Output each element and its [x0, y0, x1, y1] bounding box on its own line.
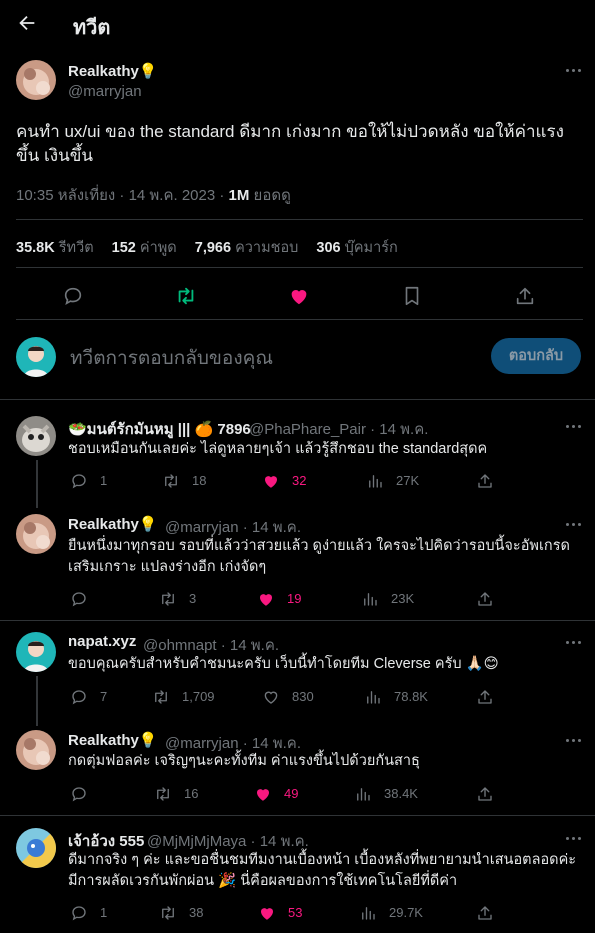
retweet-icon	[162, 906, 174, 920]
retweet-icon	[165, 474, 177, 488]
user-avatar[interactable]	[16, 337, 56, 377]
reply-input[interactable]: ทวีตการตอบกลับของคุณ	[70, 343, 273, 373]
reply-author-name[interactable]: napat.xyz	[68, 633, 136, 650]
reply-icon	[72, 787, 86, 802]
share-icon	[478, 592, 492, 606]
reply-text: ชอบเหมือนกันเลยค่ะ ไล่ดูหลายๆเจ้า แล้วรู…	[68, 441, 488, 457]
divider	[16, 319, 583, 320]
heart-icon	[257, 789, 269, 801]
lightbulb-icon: 💡	[138, 63, 158, 80]
heart-icon	[265, 476, 277, 488]
views-icon	[364, 593, 377, 606]
bookmarks-stat[interactable]: 306 บุ๊คมาร์ก	[316, 240, 397, 256]
top-bar: ทวีต	[0, 0, 595, 46]
tweet-stats: 35.8K รีทวีต 152 ค่าพูด 7,966 ความชอบ 30…	[16, 236, 412, 259]
more-options-icon[interactable]	[566, 424, 584, 430]
share-icon	[478, 474, 492, 488]
author-handle[interactable]: @marryjan	[68, 83, 142, 100]
reply-author-name[interactable]: Realkathy💡	[68, 731, 158, 749]
quotes-stat[interactable]: 152 ค่าพูด	[112, 240, 177, 256]
reply-avatar[interactable]	[16, 416, 56, 456]
reply-avatar[interactable]	[16, 632, 56, 672]
reply-icon	[72, 592, 86, 607]
reply-icon	[72, 906, 86, 921]
heart-outline-icon	[264, 691, 278, 704]
reply-text: ดีมากจริง ๆ ค่ะ และขอชื่นชมทีมงานเบื้องห…	[68, 852, 577, 889]
likes-stat[interactable]: 7,966 ความชอบ	[195, 240, 299, 256]
reply-text: กดตุ่มฟอลค่ะ เจริญๆนะคะทั้งทีม ค่าแรงขึ้…	[68, 753, 420, 769]
views-icon	[367, 691, 380, 704]
share-icon	[478, 690, 492, 704]
divider	[16, 267, 583, 268]
heart-icon	[261, 908, 273, 920]
views-label: ยอดดู	[249, 187, 291, 204]
reply-author-name[interactable]: Realkathy💡	[68, 515, 158, 533]
retweet-icon	[162, 592, 174, 606]
reply-icon	[72, 690, 86, 705]
reply-icon[interactable]	[62, 285, 84, 307]
more-options-icon[interactable]	[566, 640, 584, 646]
thread-line	[36, 676, 38, 726]
reply-text: ขอบคุณครับสำหรับคำชมนะครับ เว็บนี้ทำโดยท…	[68, 656, 499, 672]
author-avatar[interactable]	[16, 60, 56, 100]
retweets-stat[interactable]: 35.8K รีทวีต	[16, 240, 94, 256]
tweet-meta: 10:35 หลังเที่ยง · 14 พ.ค. 2023 · 1M ยอด…	[16, 183, 291, 207]
reply-author-name[interactable]: 🥗มนต์รักมันหมู ||| 🍊 7896	[68, 417, 251, 441]
divider	[16, 219, 583, 220]
divider	[0, 815, 595, 816]
author-name[interactable]: Realkathy💡	[68, 62, 158, 80]
heart-icon	[260, 594, 272, 606]
tweet-timestamp[interactable]: 10:35 หลังเที่ยง · 14 พ.ค. 2023 ·	[16, 187, 229, 204]
share-icon	[478, 787, 492, 801]
reply-icon	[72, 474, 86, 489]
tweet-text: คนทำ ux/ui ของ the standard ดีมาก เก่งมา…	[16, 122, 564, 165]
reply-author-handle[interactable]: @PhaPhare_Pair · 14 พ.ค.	[249, 417, 428, 441]
retweet-icon	[157, 787, 169, 801]
bookmark-icon[interactable]	[401, 285, 423, 307]
reply-text: ยืนหนึ่งมาทุกรอบ รอบที่แล้วว่าสวยแล้ว ดู…	[68, 538, 570, 575]
more-options-icon[interactable]	[566, 836, 584, 842]
share-icon	[478, 906, 492, 920]
thread-line	[36, 460, 38, 508]
more-options-icon[interactable]	[566, 738, 584, 744]
reply-avatar[interactable]	[16, 514, 56, 554]
back-arrow-icon[interactable]	[16, 12, 38, 34]
more-options-icon[interactable]	[566, 522, 584, 528]
retweet-icon	[155, 690, 167, 704]
reply-avatar[interactable]	[16, 730, 56, 770]
views-icon	[369, 475, 382, 488]
divider	[0, 620, 595, 621]
views-count: 1M	[228, 187, 250, 204]
views-icon	[362, 907, 375, 920]
reply-button[interactable]: ตอบกลับ	[491, 338, 581, 374]
divider	[0, 399, 595, 400]
views-icon	[357, 788, 370, 801]
more-options-icon[interactable]	[566, 68, 584, 74]
page-title: ทวีต	[73, 17, 111, 39]
heart-icon[interactable]	[288, 285, 310, 307]
reply-avatar[interactable]	[16, 828, 56, 868]
retweet-icon[interactable]	[175, 285, 197, 307]
share-icon[interactable]	[514, 285, 536, 307]
